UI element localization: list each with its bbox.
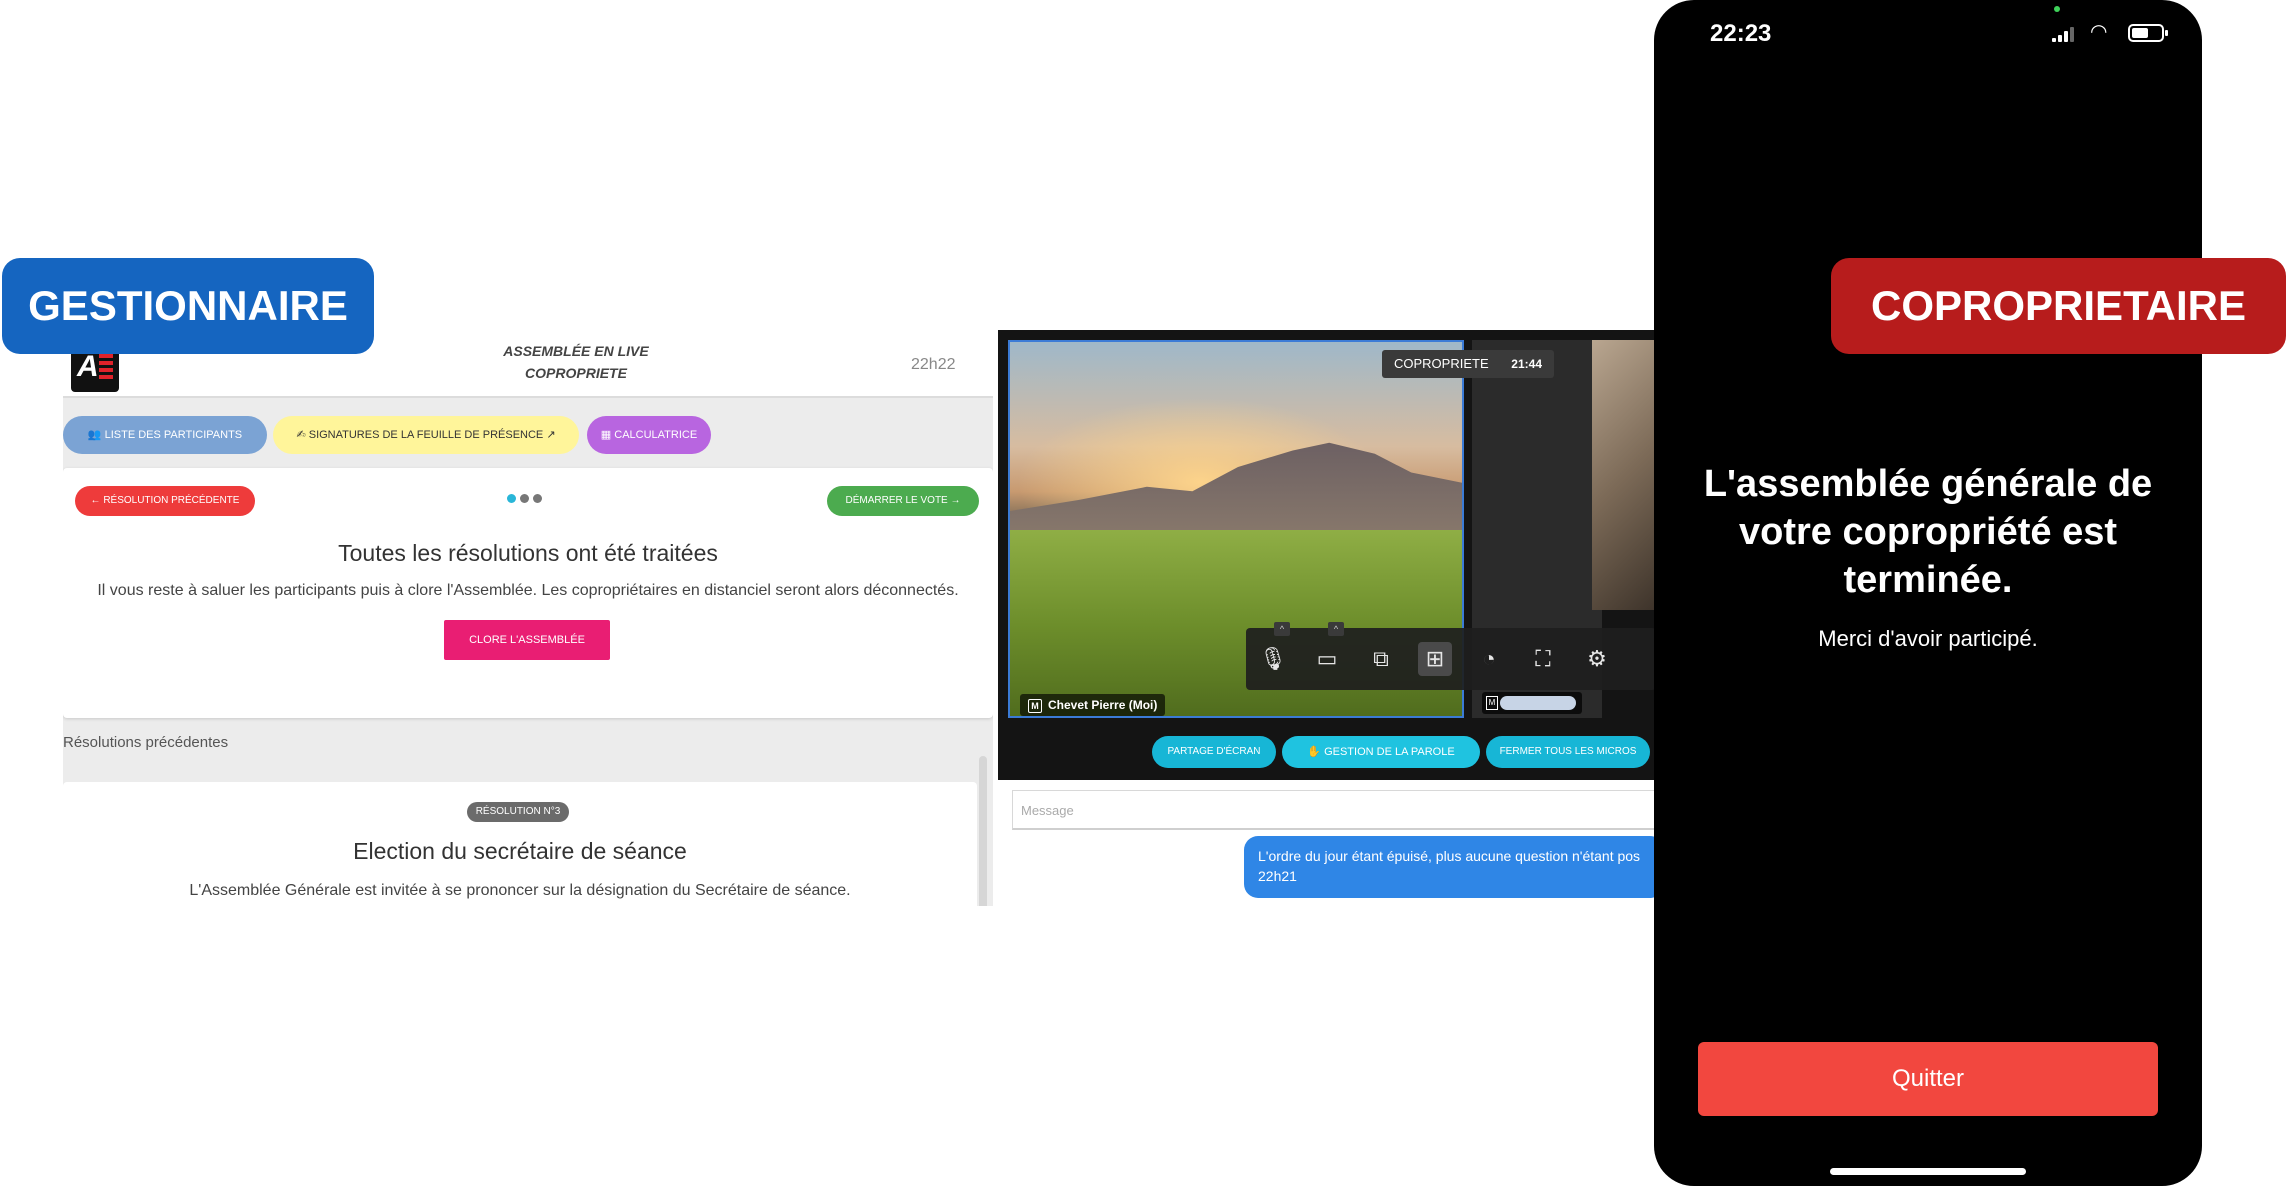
pagination-dot[interactable] <box>507 494 516 503</box>
owner-role-label: COPROPRIETAIRE <box>1831 258 2286 354</box>
moderator-badge: M <box>1486 696 1498 710</box>
room-clock: 21:44 <box>1511 357 1542 371</box>
phone-screen: 22:23 ◠ L'assemblée générale de votre co… <box>1654 0 2202 1186</box>
resolution-number-badge: RÉSOLUTION N°3 <box>467 802 569 822</box>
header-title-line1: ASSEMBLÉE EN LIVE <box>503 343 649 359</box>
signal-icon <box>2052 26 2078 42</box>
raised-hand-icon: ✋ <box>1307 746 1325 758</box>
call-toolbar: 🎙 ^ ▭ ^ ⧉ ⊞ ◔ ⛶ ⚙ <box>1246 622 1656 690</box>
screen-share-icon[interactable]: ⧉ <box>1364 642 1398 676</box>
camera-indicator-icon <box>2054 6 2060 12</box>
moderator-badge: M <box>1028 699 1042 713</box>
room-tag: COPROPRIETE 21:44 <box>1382 350 1554 378</box>
previous-resolution-card: RÉSOLUTION N°3 Election du secrétaire de… <box>63 782 977 906</box>
microphone-icon[interactable]: 🎙 <box>1256 642 1290 676</box>
participants-button[interactable]: 👥 LISTE DES PARTICIPANTS <box>63 416 267 454</box>
external-link-icon: ↗ <box>543 429 556 441</box>
floor-management-label: GESTION DE LA PAROLE <box>1324 746 1455 758</box>
previous-resolutions-label: Résolutions précédentes <box>63 734 229 751</box>
close-assembly-button[interactable]: CLORE L'ASSEMBLÉE <box>444 620 610 660</box>
resolution-title: Toutes les résolutions ont été traitées <box>338 540 718 566</box>
self-name: Chevet Pierre (Moi) <box>1048 698 1158 712</box>
quit-button[interactable]: Quitter <box>1698 1042 2158 1116</box>
self-name-tag: M Chevet Pierre (Moi) <box>1020 694 1166 716</box>
battery-icon <box>2128 24 2168 42</box>
landscape-mountain <box>1010 442 1462 544</box>
previous-resolution-label: RÉSOLUTION PRÉCÉDENTE <box>103 495 240 506</box>
mute-all-button[interactable]: FERMER TOUS LES MICROS <box>1486 736 1650 768</box>
previous-resolution-subtitle: L'Assemblée Générale est invitée à se pr… <box>189 882 851 899</box>
chevron-up-icon[interactable]: ^ <box>1274 622 1290 636</box>
assembly-ended-title: L'assemblée générale de votre copropriét… <box>1703 463 2153 601</box>
calculator-label: CALCULATRICE <box>614 429 698 441</box>
video-panel: M Chevet Pierre (Moi) M COPROPRIETE 21:44… <box>998 330 1656 910</box>
chevron-up-icon[interactable]: ^ <box>1328 622 1344 636</box>
chat-message-time: 22h21 <box>1258 868 1297 884</box>
previous-resolution-button[interactable]: ← RÉSOLUTION PRÉCÉDENTE <box>75 486 255 516</box>
signatures-label: SIGNATURES DE LA FEUILLE DE PRÉSENCE <box>308 429 544 441</box>
header-title-line2: COPROPRIETE <box>525 365 627 381</box>
pagination-dot[interactable] <box>533 494 542 503</box>
manager-role-label: GESTIONNAIRE <box>2 258 374 354</box>
arrow-left-icon: ← <box>90 495 104 506</box>
message-input[interactable]: Message <box>1012 790 1656 830</box>
participant-video-tile[interactable] <box>1592 340 1656 610</box>
previous-resolution-title: Election du secrétaire de séance <box>353 838 687 864</box>
camera-icon[interactable]: ▭ <box>1310 642 1344 676</box>
screen-share-button[interactable]: PARTAGE D'ÉCRAN <box>1152 736 1276 768</box>
participants-label: LISTE DES PARTICIPANTS <box>104 429 243 441</box>
video-actions-bar: PARTAGE D'ÉCRAN ✋ GESTION DE LA PAROLE F… <box>998 728 1656 780</box>
home-indicator[interactable] <box>1830 1168 2026 1175</box>
resolution-card: ← RÉSOLUTION PRÉCÉDENTE DÉMARRER LE VOTE… <box>63 468 993 718</box>
chat-message-text: L'ordre du jour étant épuisé, plus aucun… <box>1258 848 1641 864</box>
start-vote-label: DÉMARRER LE VOTE <box>845 495 948 506</box>
status-time: 22:23 <box>1710 20 1772 47</box>
signatures-button[interactable]: ✍ SIGNATURES DE LA FEUILLE DE PRÉSENCE ↗ <box>273 416 579 454</box>
users-icon: 👥 <box>87 429 105 441</box>
thanks-subtitle: Merci d'avoir participé. <box>1818 626 2038 651</box>
speed-gauge-icon[interactable]: ◔ <box>1472 642 1506 676</box>
calculator-icon: ▦ <box>600 429 615 441</box>
video-stage: M Chevet Pierre (Moi) M COPROPRIETE 21:44… <box>998 330 1656 780</box>
chat-message-bubble: L'ordre du jour étant épuisé, plus aucun… <box>1244 836 1656 898</box>
participant-name-tag: M <box>1482 692 1582 714</box>
scrollbar[interactable] <box>979 756 987 906</box>
room-name: COPROPRIETE <box>1394 356 1489 371</box>
resolution-subtitle: Il vous reste à saluer les participants … <box>97 582 959 599</box>
header-title: ASSEMBLÉE EN LIVE COPROPRIETE <box>403 340 749 384</box>
settings-gear-icon[interactable]: ⚙ <box>1580 642 1614 676</box>
manager-screen: A ASSEMBLÉE EN LIVE COPROPRIETE 22h22 👥 … <box>63 336 993 906</box>
calculator-button[interactable]: ▦ CALCULATRICE <box>587 416 711 454</box>
start-vote-button[interactable]: DÉMARRER LE VOTE → <box>827 486 979 516</box>
participant-name-redacted <box>1500 696 1576 710</box>
pagination-dots <box>505 490 544 506</box>
wifi-icon: ◠ <box>2090 21 2108 43</box>
pagination-dot[interactable] <box>520 494 529 503</box>
signature-icon: ✍ <box>296 429 309 441</box>
grid-view-icon[interactable]: ⊞ <box>1418 642 1452 676</box>
fullscreen-icon[interactable]: ⛶ <box>1526 642 1560 676</box>
floor-management-button[interactable]: ✋ GESTION DE LA PAROLE <box>1282 736 1480 768</box>
header-time: 22h22 <box>911 356 956 373</box>
arrow-right-icon: → <box>947 495 961 506</box>
